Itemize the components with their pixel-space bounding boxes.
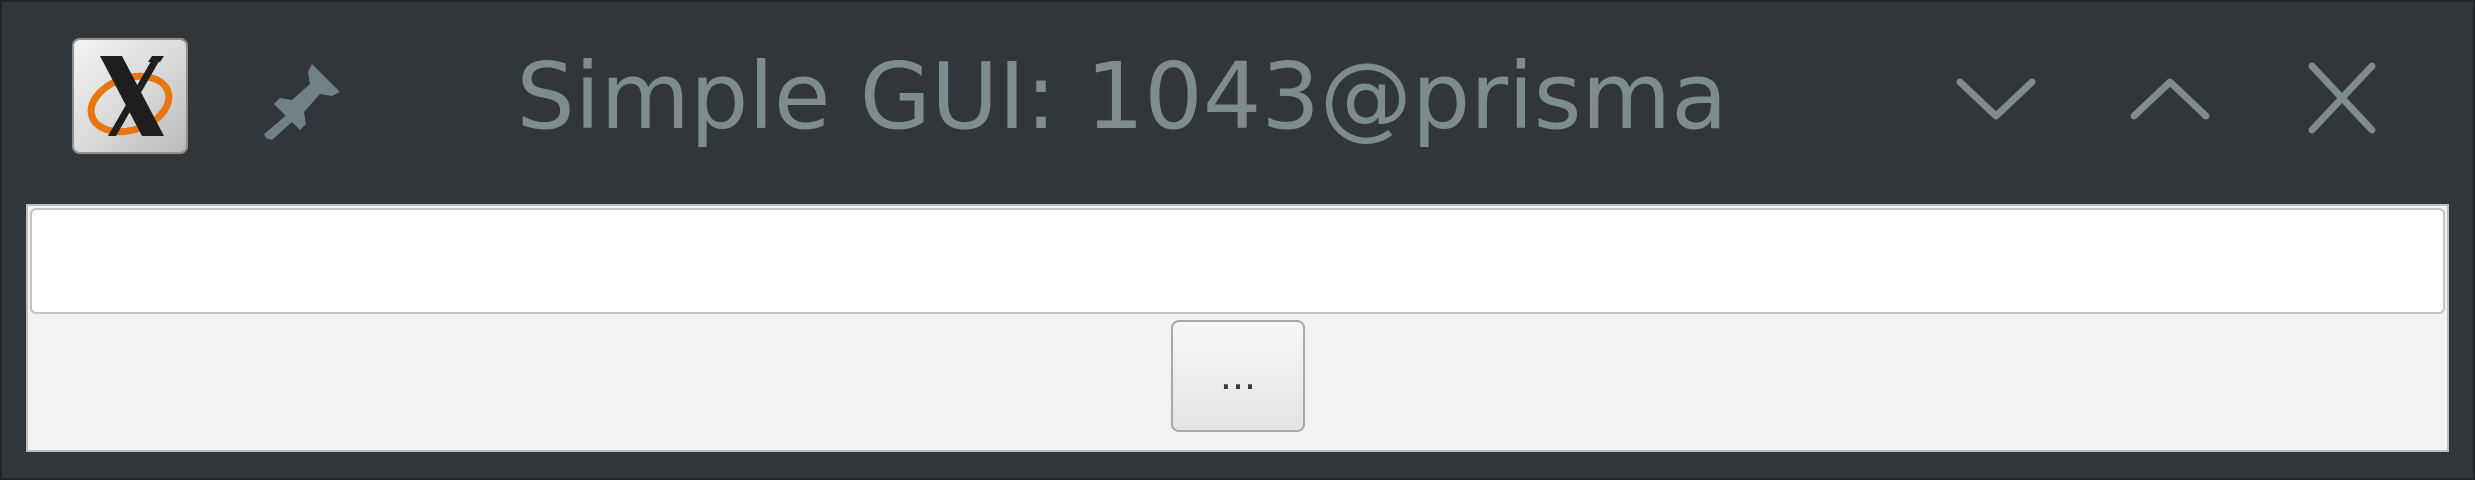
client-area: ... bbox=[26, 204, 2449, 452]
browse-button[interactable]: ... bbox=[1171, 320, 1305, 432]
minimize-button[interactable] bbox=[1946, 54, 2046, 144]
chevron-down-icon bbox=[1956, 78, 2036, 120]
close-button[interactable] bbox=[2292, 54, 2392, 144]
window-title: Simple GUI: 1043@prisma bbox=[516, 43, 1728, 150]
close-icon bbox=[2308, 62, 2376, 134]
pin-icon[interactable] bbox=[260, 54, 350, 144]
text-input[interactable] bbox=[30, 208, 2445, 314]
application-window: Simple GUI: 1043@prisma ... bbox=[0, 0, 2475, 480]
maximize-button[interactable] bbox=[2120, 54, 2220, 144]
title-bar[interactable]: Simple GUI: 1043@prisma bbox=[2, 2, 2473, 202]
x11-logo-icon[interactable] bbox=[72, 38, 188, 154]
chevron-up-icon bbox=[2130, 78, 2210, 120]
